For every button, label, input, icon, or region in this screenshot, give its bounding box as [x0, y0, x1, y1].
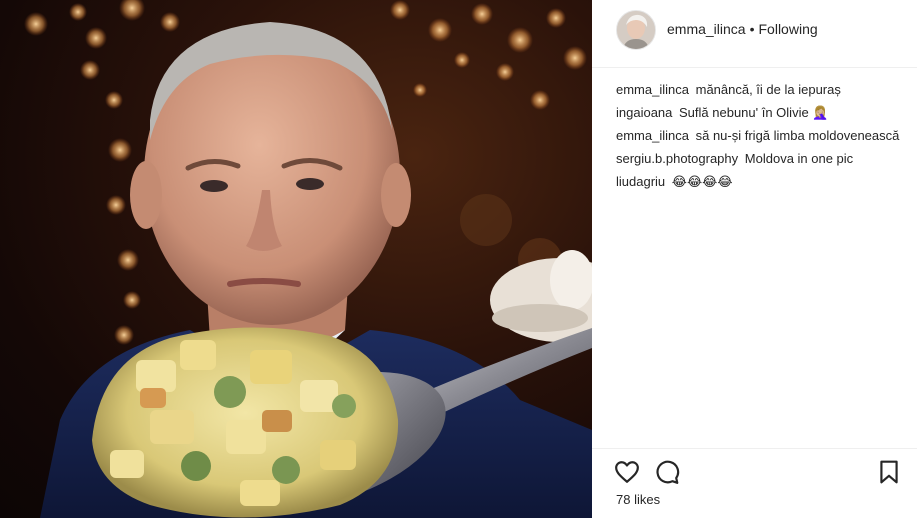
comment-username[interactable]: ingaioana: [616, 105, 672, 120]
comment-item: ingaioana Suflă nebunu' în Olivie 🤦🏼‍♀️: [616, 103, 906, 123]
avatar-image: [617, 11, 655, 49]
post-actions: 78 likes: [592, 448, 917, 518]
background-plate: [490, 250, 592, 342]
olivier-salad: [92, 327, 399, 518]
author-username[interactable]: emma_ilinca: [667, 21, 746, 37]
following-button[interactable]: Following: [759, 21, 818, 37]
comment-item: emma_ilinca să nu-și frigă limba moldove…: [616, 126, 906, 146]
comment-text: Moldova in one pic: [744, 151, 854, 166]
person-head: [130, 22, 411, 325]
instagram-post: emma_ilinca • Following emma_ilinca mănânc…: [0, 0, 917, 518]
comment-username[interactable]: sergiu.b.photography: [616, 151, 738, 166]
comments-list: emma_ilinca mănâncă, îi de la iepuraș in…: [616, 80, 906, 195]
comment-text: 😂😂😂😂: [671, 174, 733, 189]
separator-dot: •: [749, 21, 755, 37]
comment-item: emma_ilinca mănâncă, îi de la iepuraș: [616, 80, 906, 100]
comment-icon[interactable]: [654, 459, 680, 485]
post-sidebar: emma_ilinca • Following emma_ilinca mănânc…: [592, 0, 917, 518]
comment-username[interactable]: emma_ilinca: [616, 128, 689, 143]
photo-illustration: [24, 0, 592, 518]
post-photo[interactable]: [0, 0, 592, 518]
header-user-line: emma_ilinca • Following: [667, 21, 818, 37]
likes-count[interactable]: 78 likes: [616, 492, 660, 507]
heart-icon[interactable]: [614, 459, 640, 485]
bookmark-icon[interactable]: [876, 459, 902, 485]
post-header: emma_ilinca • Following: [592, 0, 917, 68]
comment-text: mănâncă, îi de la iepuraș: [695, 82, 841, 97]
comment-text: Suflă nebunu' în Olivie 🤦🏼‍♀️: [679, 105, 829, 120]
comment-username[interactable]: liudagriu: [616, 174, 665, 189]
avatar[interactable]: [616, 10, 656, 50]
comment-username[interactable]: emma_ilinca: [616, 82, 689, 97]
comment-item: sergiu.b.photography Moldova in one pic: [616, 149, 906, 169]
comment-text: să nu-și frigă limba moldovenească: [695, 128, 900, 143]
comment-item: liudagriu 😂😂😂😂: [616, 172, 906, 192]
